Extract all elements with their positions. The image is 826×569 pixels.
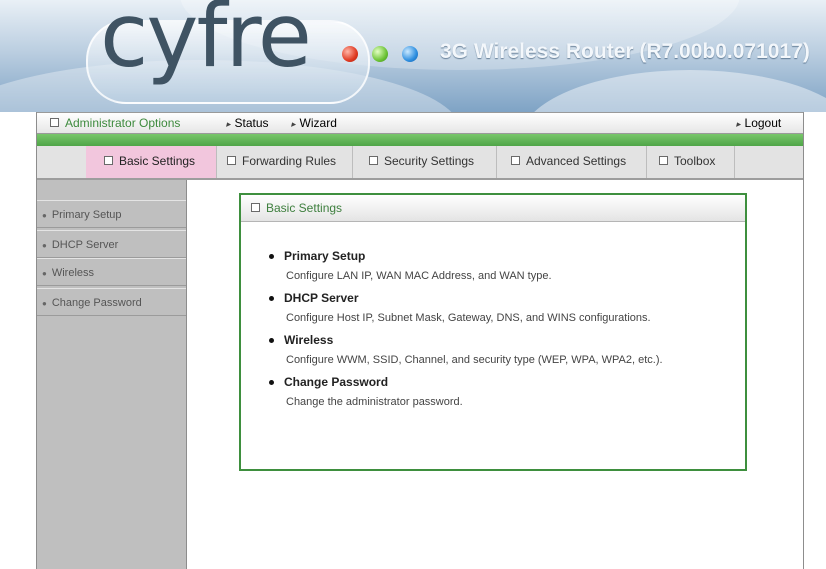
sidebar-item-wireless[interactable]: ● Wireless — [36, 258, 186, 286]
settings-list: Primary Setup Configure LAN IP, WAN MAC … — [269, 249, 739, 417]
sidebar-item-dhcp-server[interactable]: ● DHCP Server — [36, 230, 186, 258]
blue-dot-icon — [402, 46, 418, 62]
entry-description: Change the administrator password. — [286, 396, 463, 408]
tab-toolbox[interactable]: Toolbox — [647, 146, 735, 178]
square-bullet-icon — [50, 118, 59, 128]
panel-header: Basic Settings — [241, 195, 745, 222]
entry-title-primary-setup[interactable]: Primary Setup — [269, 249, 739, 263]
square-bullet-icon — [227, 156, 236, 166]
entry-description: Configure WWM, SSID, Channel, and securi… — [286, 354, 663, 366]
arrow-right-icon: ▸ — [226, 119, 231, 129]
bullet-icon: ● — [42, 211, 47, 220]
list-item: DHCP Server Configure Host IP, Subnet Ma… — [269, 291, 739, 324]
entry-title-wireless[interactable]: Wireless — [269, 333, 739, 347]
basic-settings-panel: Basic Settings Primary Setup Configure L… — [239, 193, 747, 471]
banner-swoosh — [520, 70, 826, 112]
tab-forwarding-rules[interactable]: Forwarding Rules — [217, 146, 353, 178]
tab-advanced-settings[interactable]: Advanced Settings — [497, 146, 647, 178]
entry-title-change-password[interactable]: Change Password — [269, 375, 739, 389]
model-title: 3G Wireless Router (R7.00b0.071017) — [440, 40, 810, 63]
wizard-link[interactable]: ▸ Wizard — [291, 116, 337, 130]
square-bullet-icon — [369, 156, 378, 166]
bullet-icon: ● — [42, 269, 47, 278]
arrow-right-icon: ▸ — [736, 119, 741, 129]
square-bullet-icon — [511, 156, 520, 166]
logout-link[interactable]: ▸ Logout — [736, 116, 781, 130]
bullet-icon: ● — [42, 241, 47, 250]
tab-basic-settings[interactable]: Basic Settings — [86, 146, 217, 178]
panel-title: Basic Settings — [266, 201, 343, 215]
arrow-right-icon: ▸ — [291, 119, 296, 129]
entry-description: Configure Host IP, Subnet Mask, Gateway,… — [286, 312, 651, 324]
entry-description: Configure LAN IP, WAN MAC Address, and W… — [286, 270, 552, 282]
sidebar-item-primary-setup[interactable]: ● Primary Setup — [36, 200, 186, 228]
status-link[interactable]: ▸ Status — [226, 116, 269, 130]
entry-title-dhcp-server[interactable]: DHCP Server — [269, 291, 739, 305]
administrator-options-link[interactable]: Administrator Options — [50, 116, 180, 130]
list-item: Primary Setup Configure LAN IP, WAN MAC … — [269, 249, 739, 282]
brand-logo: cyfre — [100, 0, 312, 87]
green-dot-icon — [372, 46, 388, 62]
square-bullet-icon — [104, 156, 113, 166]
sidebar-item-change-password[interactable]: ● Change Password — [36, 288, 186, 316]
settings-tabs: Basic Settings Forwarding Rules Security… — [36, 146, 804, 180]
frame-border — [803, 112, 804, 569]
list-item: Wireless Configure WWM, SSID, Channel, a… — [269, 333, 739, 366]
nav-divider-bar — [36, 134, 804, 146]
tab-security-settings[interactable]: Security Settings — [353, 146, 497, 178]
square-bullet-icon — [659, 156, 668, 166]
sidebar: ● Primary Setup ● DHCP Server ● Wireless ● C… — [36, 180, 187, 569]
bullet-icon: ● — [42, 299, 47, 308]
red-dot-icon — [342, 46, 358, 62]
top-nav: Administrator Options ▸ Status ▸ Wizard ▸ L… — [36, 112, 804, 134]
frame-border — [36, 112, 37, 569]
square-bullet-icon — [251, 203, 260, 213]
list-item: Change Password Change the administrator… — [269, 375, 739, 408]
